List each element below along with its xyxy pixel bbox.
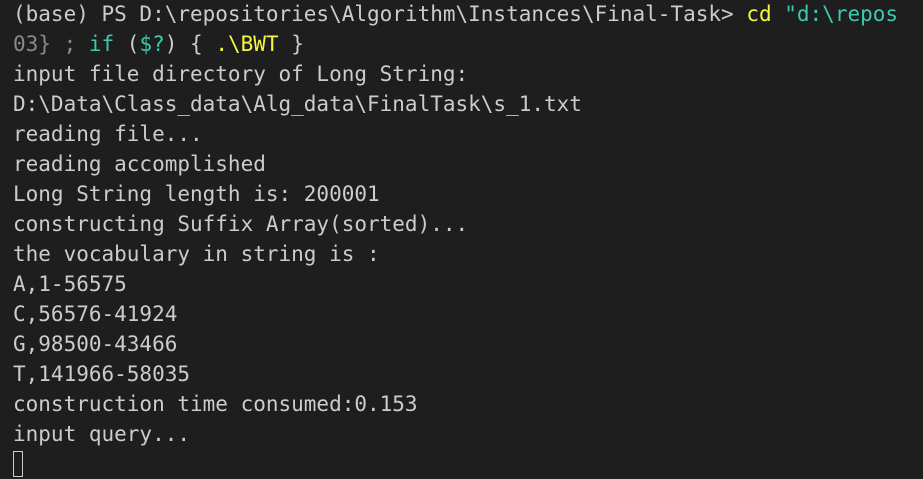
text-cursor[interactable]	[13, 451, 23, 477]
output-line: A,1-56575	[13, 272, 127, 296]
terminal-window[interactable]: (base) PS D:\repositories\Algorithm\Inst…	[0, 0, 923, 479]
output-line: D:\Data\Class_data\Alg_data\FinalTask\s_…	[13, 92, 582, 116]
command-path-arg: "d:\repos	[771, 2, 899, 26]
executable-bwt: .\BWT	[215, 32, 279, 56]
keyword-if: if	[88, 32, 115, 56]
output-line: construction time consumed:0.153	[13, 392, 418, 416]
output-line: input file directory of Long String:	[13, 62, 469, 86]
output-line: the vocabulary in string is :	[13, 242, 380, 266]
prompt-text: (base) PS D:\repositories\Algorithm\Inst…	[13, 2, 747, 26]
output-line: reading file...	[13, 122, 203, 146]
input-line[interactable]	[13, 449, 923, 479]
continuation-part-2: (	[114, 32, 140, 56]
output-line: C,56576-41924	[13, 302, 178, 326]
command-cd: cd	[746, 2, 772, 26]
output-line: G,98500-43466	[13, 332, 178, 356]
continuation-part-4: }	[278, 32, 304, 56]
output-line: constructing Suffix Array(sorted)...	[13, 212, 469, 236]
continuation-line: 03} ; if ($?) { .\BWT }	[13, 29, 923, 59]
output-line: Long String length is: 200001	[13, 182, 380, 206]
continuation-part-3: ) {	[164, 32, 216, 56]
continuation-part-1: 03} ;	[13, 32, 89, 56]
output-line: reading accomplished	[13, 152, 266, 176]
variable-status: $?	[139, 32, 165, 56]
output-line: T,141966-58035	[13, 362, 191, 386]
prompt-line: (base) PS D:\repositories\Algorithm\Inst…	[13, 0, 923, 29]
output-line: input query...	[13, 422, 191, 446]
